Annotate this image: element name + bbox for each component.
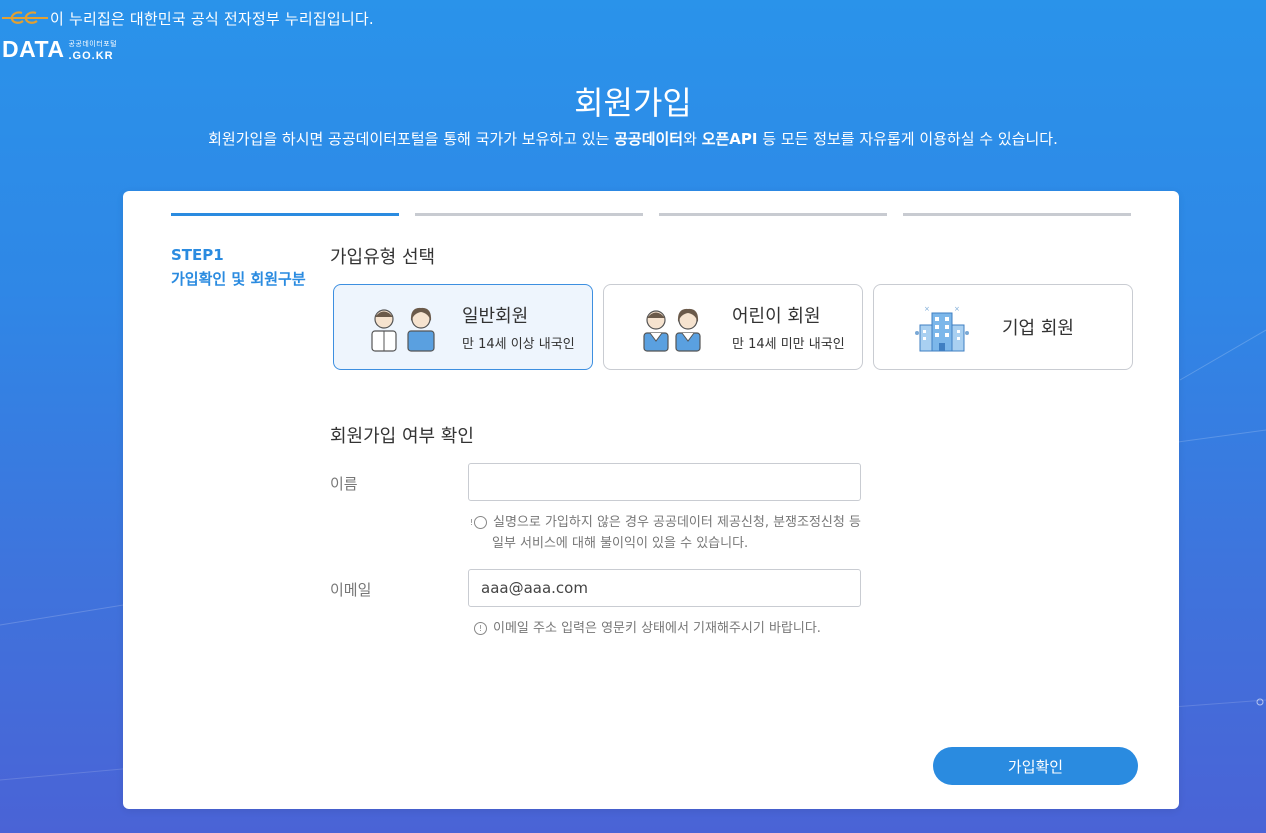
join-type-general-text: 일반회원 만 14세 이상 내국인 xyxy=(462,302,575,352)
svg-text:×: × xyxy=(924,305,930,313)
svg-text:×: × xyxy=(954,305,960,313)
join-type-child-text: 어린이 회원 만 14세 미만 내국인 xyxy=(732,302,845,352)
join-type-name: 어린이 회원 xyxy=(732,306,821,327)
page-title: 회원가입 xyxy=(574,84,692,122)
join-type-title: 가입유형 선택 xyxy=(330,247,436,268)
name-hint: ! 실명으로 가입하지 않은 경우 공공데이터 제공신청, 분쟁조정신청 등 일부… xyxy=(470,512,864,554)
join-type-child[interactable]: 어린이 회원 만 14세 미만 내국인 xyxy=(603,284,863,370)
children-icon xyxy=(643,308,701,352)
join-type-name: 기업 회원 xyxy=(1002,318,1074,339)
step-number: STEP1 xyxy=(171,246,224,264)
name-input[interactable] xyxy=(468,463,861,501)
step-description: 가입확인 및 회원구분 xyxy=(171,270,306,288)
step-bar-3 xyxy=(659,213,887,216)
logo-main-text: DATA xyxy=(2,36,65,62)
step-bar-4 xyxy=(903,213,1131,216)
building-icon: × × xyxy=(915,305,969,352)
current-step: STEP1 가입확인 및 회원구분 xyxy=(171,243,306,291)
step-progress xyxy=(171,213,1131,216)
signup-card: STEP1 가입확인 및 회원구분 가입유형 선택 일반회원 만 14세 이상 … xyxy=(123,191,1179,809)
name-hint-text: 실명으로 가입하지 않은 경우 공공데이터 제공신청, 분쟁조정신청 등 일부 … xyxy=(492,515,861,551)
join-type-general[interactable]: 일반회원 만 14세 이상 내국인 xyxy=(333,284,593,370)
gov-banner-text: 이 누리집은 대한민국 공식 전자정부 누리집입니다. xyxy=(50,9,374,28)
step-bar-2 xyxy=(415,213,643,216)
email-hint: ! 이메일 주소 입력은 영문키 상태에서 기재해주시기 바랍니다. xyxy=(474,618,864,639)
logo-sub-text: 공공데이터포털 xyxy=(68,40,118,48)
step-bar-1 xyxy=(171,213,399,216)
email-label: 이메일 xyxy=(330,581,372,599)
join-type-business-text: 기업 회원 xyxy=(1002,314,1074,340)
email-hint-text: 이메일 주소 입력은 영문키 상태에서 기재해주시기 바랍니다. xyxy=(493,621,821,636)
site-logo[interactable]: DATA 공공데이터포털 .GO.KR xyxy=(2,36,117,62)
confirm-button[interactable]: 가입확인 xyxy=(933,747,1138,785)
page-description: 회원가입을 하시면 공공데이터포털을 통해 국가가 보유하고 있는 공공데이터와… xyxy=(208,130,1058,148)
join-type-name: 일반회원 xyxy=(462,306,529,327)
name-label: 이름 xyxy=(330,475,358,493)
logo-domain-text: .GO.KR xyxy=(68,50,114,62)
gov-banner: 이 누리집은 대한민국 공식 전자정부 누리집입니다. xyxy=(0,6,374,30)
gov-emblem-icon xyxy=(2,11,48,24)
email-input[interactable] xyxy=(468,569,861,607)
adults-icon xyxy=(371,307,435,352)
verify-title: 회원가입 여부 확인 xyxy=(330,426,474,447)
join-type-desc: 만 14세 이상 내국인 xyxy=(462,337,575,352)
join-type-desc: 만 14세 미만 내국인 xyxy=(732,337,845,352)
info-icon: ! xyxy=(470,516,487,529)
email-field-wrap xyxy=(468,569,861,607)
info-icon: ! xyxy=(474,622,487,635)
name-field-wrap xyxy=(468,463,861,501)
join-type-business[interactable]: × × 기업 회원 xyxy=(873,284,1133,370)
